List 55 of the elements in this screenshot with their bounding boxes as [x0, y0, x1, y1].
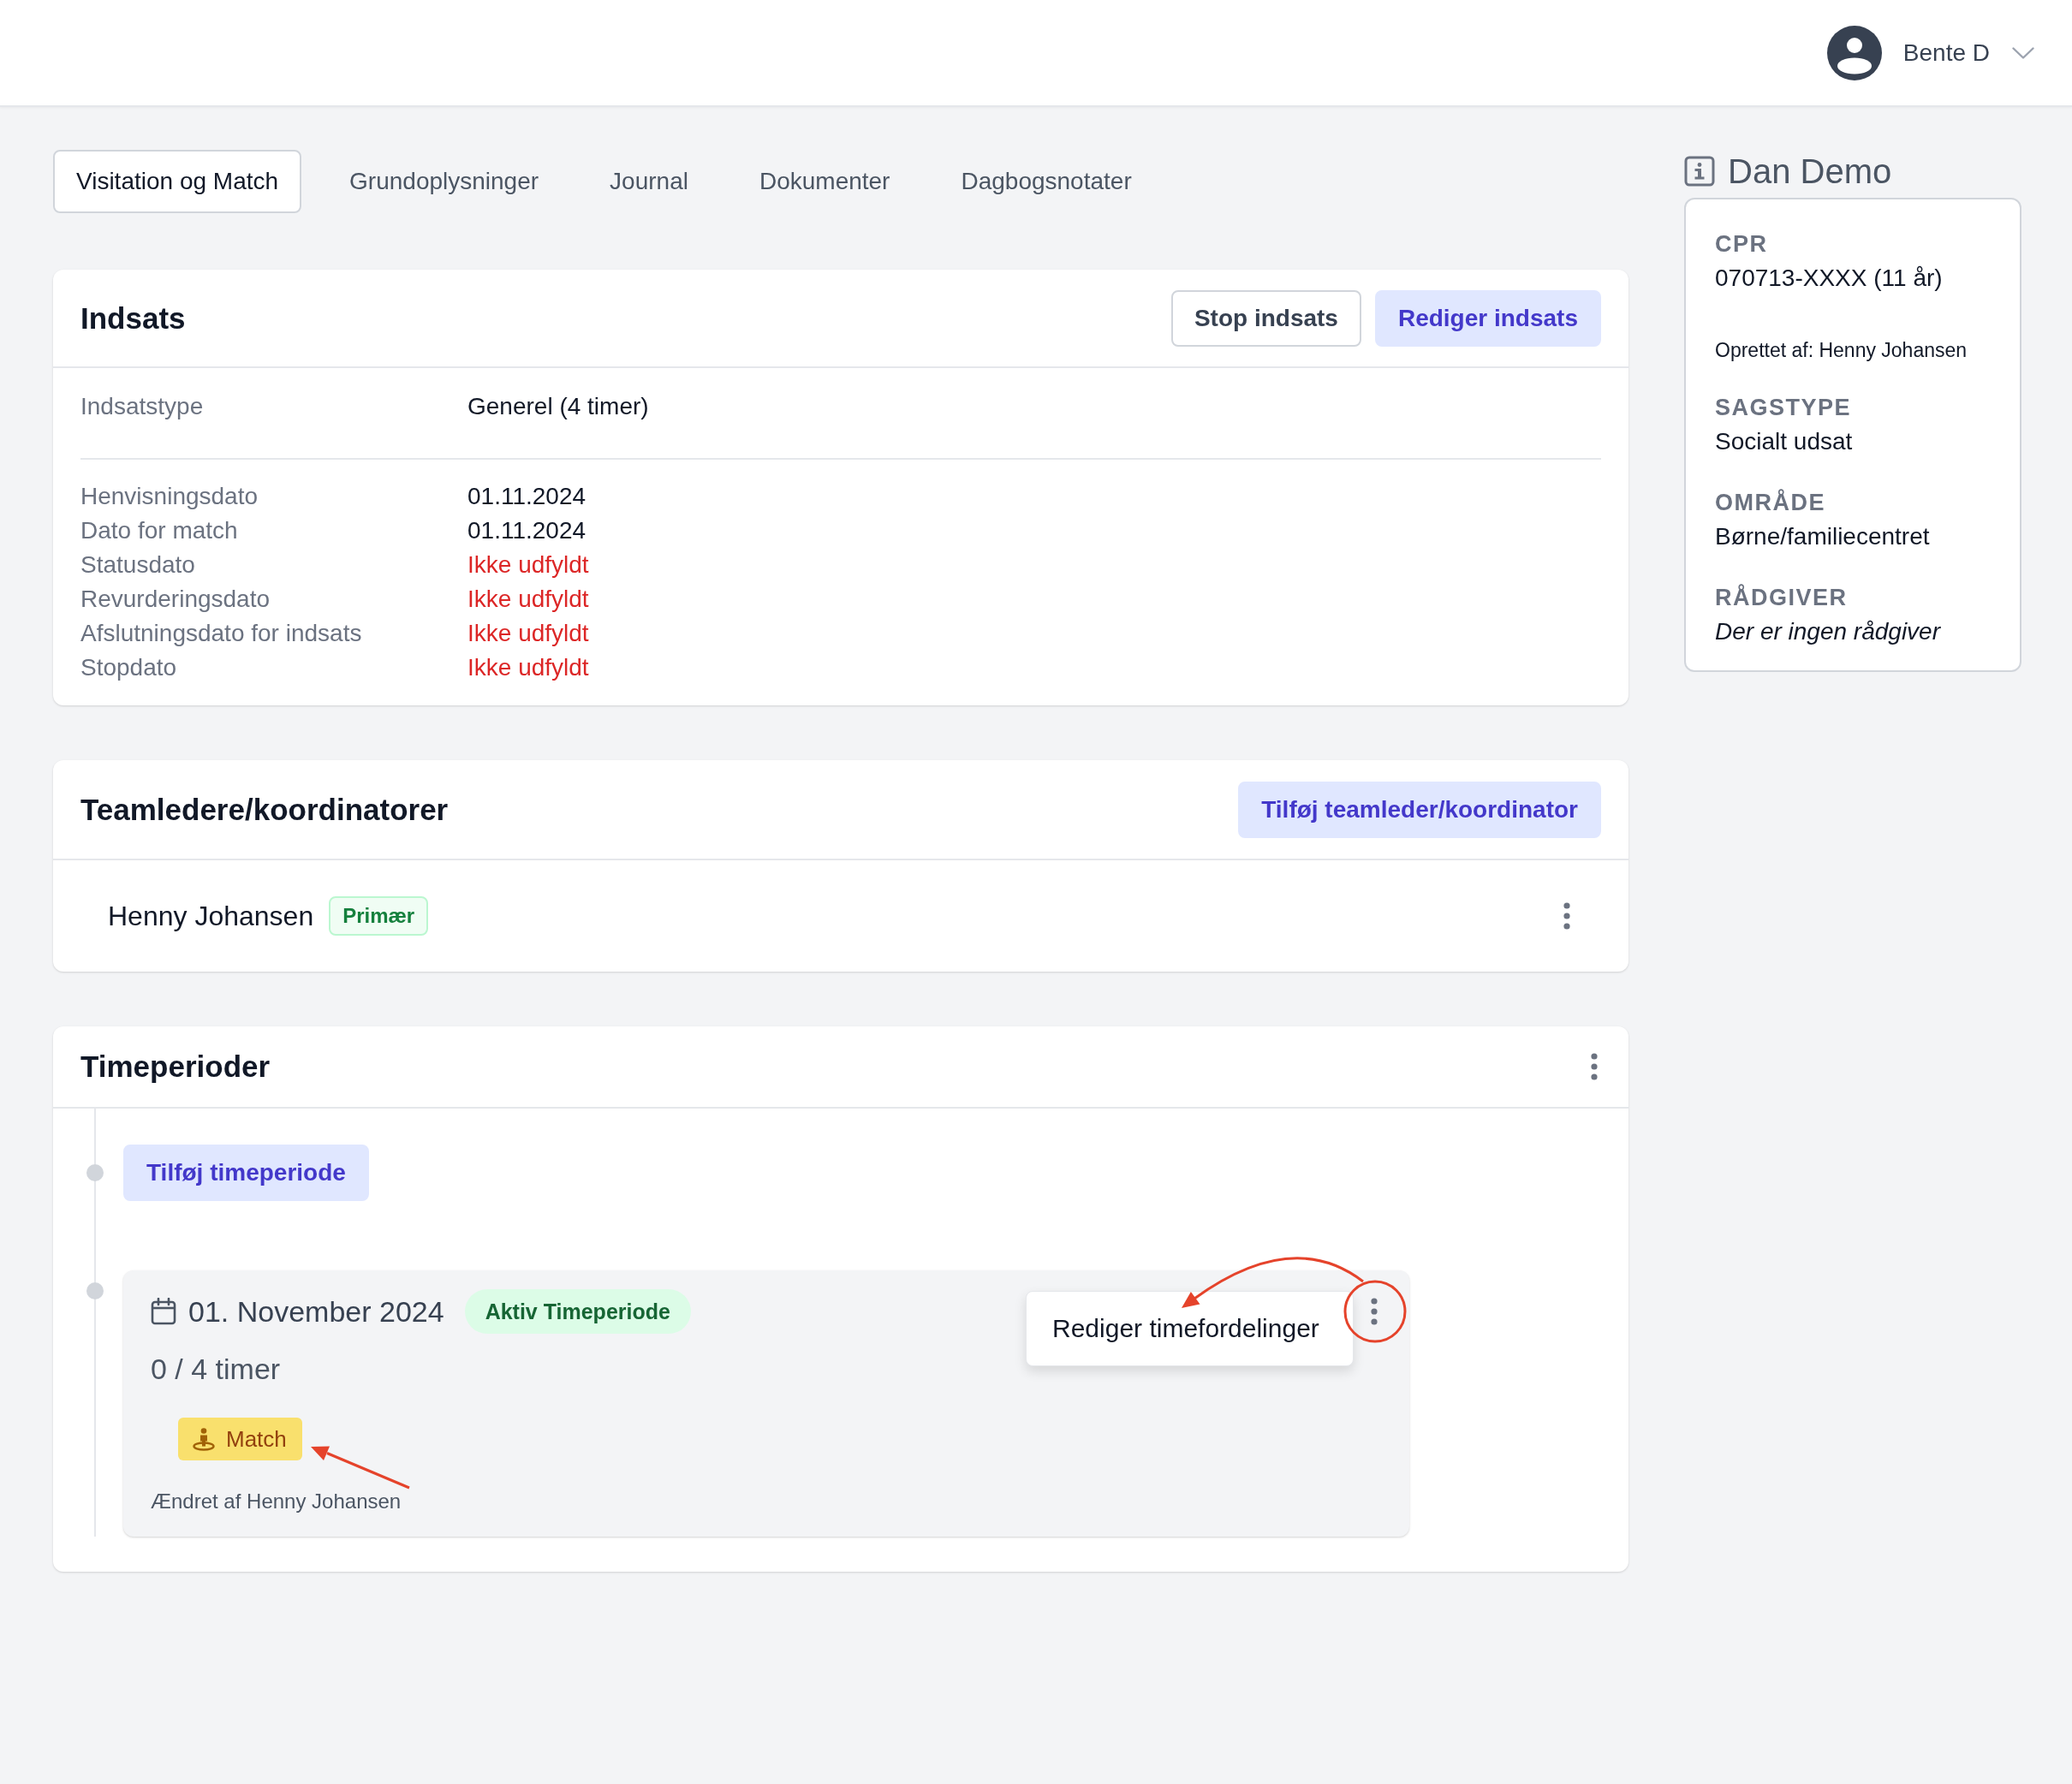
card-title: Indsats: [80, 300, 186, 336]
field-label: Stopdato: [80, 653, 177, 682]
hours-text: 0 / 4 timer: [151, 1352, 281, 1386]
created-by-text: Oprettet af: Henny Johansen: [1715, 338, 1968, 363]
calendar-icon: [151, 1298, 176, 1325]
card-title: Timeperioder: [80, 1050, 271, 1084]
tab[interactable]: Visitation og Match: [53, 150, 302, 213]
card-title: Teamledere/koordinatorer: [80, 792, 449, 827]
field-label: Revurderingsdato: [80, 585, 271, 614]
field-value: Socialt udsat: [1715, 427, 1853, 456]
field-label: SAGSTYPE: [1715, 394, 1852, 422]
action-button[interactable]: Stop indsats: [1170, 289, 1361, 347]
more-icon: [1591, 1053, 1598, 1080]
field-label: Indsatstype: [80, 392, 204, 421]
field-label: Henvisningsdato: [80, 482, 259, 511]
add-button[interactable]: Tilføj teamleder/koordinator: [1238, 781, 1601, 838]
tab[interactable]: Dagbogsnotater: [938, 150, 1155, 213]
chevron-down-icon: [2012, 46, 2034, 59]
add-period-button[interactable]: Tilføj timeperiode: [123, 1145, 369, 1201]
field-value: 070713-XXXX (11 år): [1715, 264, 1943, 293]
field-label: Statusdato: [80, 550, 195, 580]
changed-by-text: Ændret af Henny Johansen: [151, 1489, 402, 1514]
field-value: Ikke udfyldt: [467, 585, 589, 614]
client-name: Dan Demo: [1728, 152, 1892, 191]
field-label: RÅDGIVER: [1715, 583, 1848, 612]
field-label: Dato for match: [80, 516, 238, 545]
field-value: 01.11.2024: [467, 516, 586, 545]
field-value: Ikke udfyldt: [467, 550, 589, 580]
more-icon: [1563, 902, 1570, 930]
timeline-dot-icon: [86, 1164, 104, 1181]
field-label: OMRÅDE: [1715, 488, 1825, 517]
timeline-dot-icon: [86, 1282, 104, 1299]
role-badge: Primær: [329, 896, 429, 936]
field-label: CPR: [1715, 230, 1768, 259]
menu-item[interactable]: Rediger timefordelinger: [1027, 1311, 1319, 1346]
field-value: 01.11.2024: [467, 482, 586, 511]
field-value: Ikke udfyldt: [467, 653, 589, 682]
period-date: 01. November 2024: [188, 1294, 444, 1329]
field-value: Børne/familiecentret: [1715, 522, 1930, 551]
member-name: Henny Johansen: [108, 900, 314, 932]
tab[interactable]: Journal: [586, 150, 712, 213]
user-menu-button[interactable]: Bente D: [1826, 25, 2034, 80]
tag-label: Match: [226, 1425, 287, 1453]
info-icon: [1684, 156, 1715, 187]
field-label: Afslutningsdato for indsats: [80, 619, 362, 648]
field-value: Generel (4 timer): [467, 392, 649, 421]
status-badge: Aktiv Timeperiode: [464, 1289, 691, 1334]
action-button[interactable]: Rediger indsats: [1374, 289, 1601, 347]
field-value: Ikke udfyldt: [467, 619, 589, 648]
tab[interactable]: Dokumenter: [735, 150, 914, 213]
tab[interactable]: Grundoplysninger: [326, 150, 563, 213]
more-icon: [1371, 1298, 1378, 1325]
user-avatar-icon: [1826, 25, 1882, 80]
field-value: Der er ingen rådgiver: [1715, 617, 1941, 646]
person-icon: [192, 1427, 216, 1451]
